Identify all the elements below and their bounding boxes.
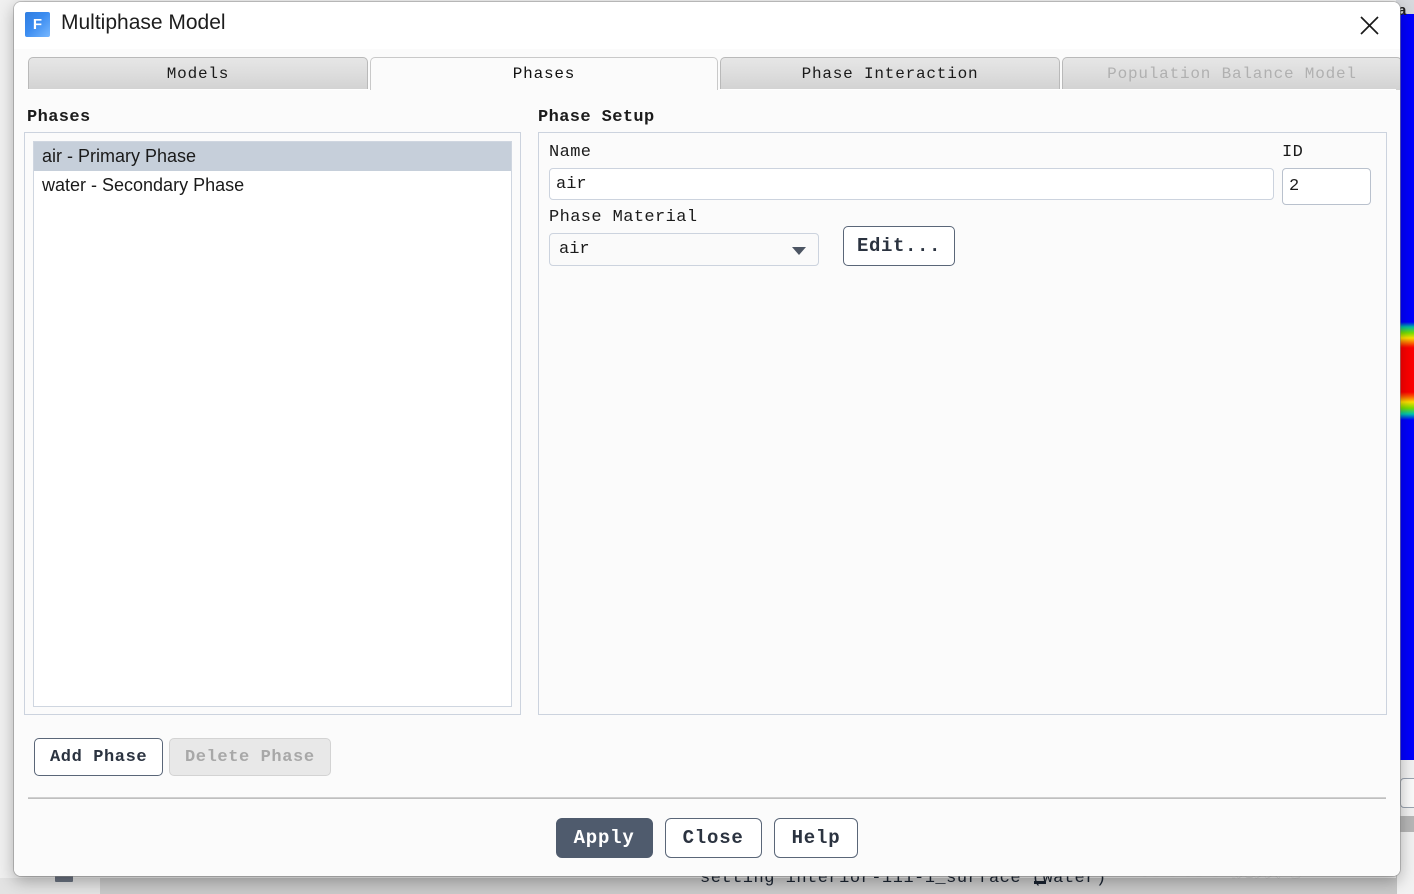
tab-phase-interaction[interactable]: Phase Interaction xyxy=(720,57,1060,90)
phases-section-title: Phases xyxy=(27,108,91,127)
dialog-title: Multiphase Model xyxy=(61,11,226,34)
apply-button[interactable]: Apply xyxy=(555,817,653,858)
add-phase-button[interactable]: Add Phase xyxy=(34,738,164,776)
phase-material-dropdown[interactable]: air xyxy=(549,233,819,266)
tab-population-balance-model: Population Balance Model xyxy=(1062,57,1400,90)
tab-models[interactable]: Models xyxy=(28,57,368,90)
delete-phase-button: Delete Phase xyxy=(169,738,331,776)
close-icon[interactable] xyxy=(1352,9,1386,41)
dialog-footer: Apply Close Help xyxy=(14,799,1400,876)
close-button[interactable]: Close xyxy=(664,817,762,858)
dialog-titlebar: F Multiphase Model xyxy=(14,2,1400,49)
chevron-down-icon xyxy=(792,247,806,255)
id-label: ID xyxy=(1282,143,1304,162)
name-input[interactable] xyxy=(549,168,1274,200)
list-item[interactable]: air - Primary Phase xyxy=(34,142,511,171)
background-panel-button[interactable] xyxy=(1400,778,1414,808)
phase-setup-panel: Name ID Phase Material air Edit... xyxy=(538,132,1387,715)
tab-phases[interactable]: Phases xyxy=(370,57,718,90)
console-caret xyxy=(1034,881,1046,884)
help-button[interactable]: Help xyxy=(773,817,859,858)
phase-material-label: Phase Material xyxy=(549,208,698,227)
phase-setup-section-title: Phase Setup xyxy=(538,108,655,127)
fluent-app-icon: F xyxy=(25,12,50,37)
phases-listbox[interactable]: air - Primary Phase water - Secondary Ph… xyxy=(33,141,512,707)
dialog-tab-bar: Models Phases Phase Interaction Populati… xyxy=(28,57,1400,90)
phase-material-value: air xyxy=(559,240,590,259)
multiphase-model-dialog: F Multiphase Model Models Phases Phase I… xyxy=(14,2,1400,876)
dialog-content: Phases air - Primary Phase water - Secon… xyxy=(14,90,1400,790)
console-gutter xyxy=(0,878,100,894)
phases-panel: air - Primary Phase water - Secondary Ph… xyxy=(24,132,521,715)
id-input[interactable] xyxy=(1282,168,1371,205)
list-item[interactable]: water - Secondary Phase xyxy=(34,171,511,200)
name-label: Name xyxy=(549,143,592,162)
edit-material-button[interactable]: Edit... xyxy=(843,226,956,266)
